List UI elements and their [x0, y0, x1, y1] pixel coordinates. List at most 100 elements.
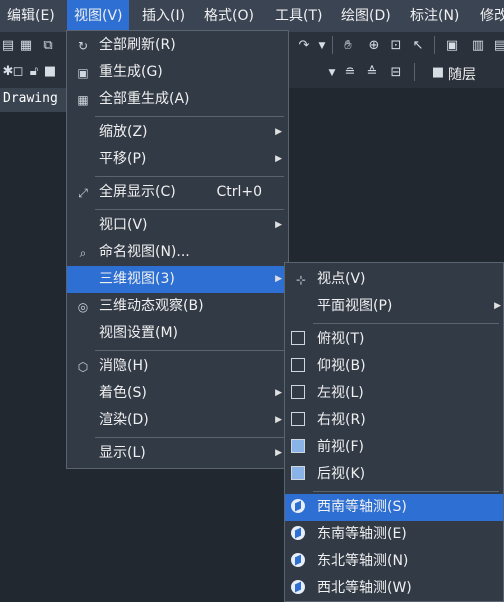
refresh-icon: ↻ — [77, 39, 89, 53]
nw-iso-icon — [291, 580, 305, 594]
freeze-icon[interactable]: ◻ — [10, 64, 26, 80]
menu-item-se-isometric[interactable]: 东南等轴测(E) — [285, 521, 503, 548]
view-menu: ↻ 全部刷新(R) ▣ 重生成(G) ▦ 全部重生成(A) 缩放(Z) ▶ 平移… — [66, 30, 289, 469]
menu-item-regen-all[interactable]: ▦ 全部重生成(A) — [67, 86, 288, 113]
submenu-arrow-icon: ▶ — [275, 220, 282, 230]
layer-dropdown-icon[interactable]: ▼ — [324, 65, 340, 81]
save-icon[interactable]: ▤ — [0, 38, 16, 54]
zoom-realtime-icon[interactable]: ⊕ — [366, 38, 382, 54]
menu-format[interactable]: 格式(O) — [204, 0, 254, 32]
3d-views-submenu: ⊹ 视点(V) 平面视图(P) ▶ 俯视(T) 仰视(B) 左视(L) 右视(R… — [284, 262, 504, 602]
color-bylayer-label[interactable]: 随层 — [448, 64, 476, 84]
menu-item-front-view[interactable]: 前视(F) — [285, 434, 503, 461]
menu-separator — [95, 350, 284, 351]
menu-item-fullscreen[interactable]: ⤢ 全屏显示(C) Ctrl+0 — [67, 179, 288, 206]
layer-manager-icon[interactable]: ≘ — [342, 65, 358, 81]
menu-item-viewpoint[interactable]: ⊹ 视点(V) — [285, 266, 503, 293]
submenu-arrow-icon: ▶ — [494, 301, 501, 311]
menu-item-sw-isometric[interactable]: 西南等轴测(S) — [285, 494, 503, 521]
menu-item-named-views[interactable]: ⌕ 命名视图(N)... — [67, 239, 288, 266]
design-center-icon[interactable]: ▥ — [470, 38, 486, 54]
right-view-icon — [291, 412, 305, 426]
bottom-view-icon — [291, 358, 305, 372]
zoom-window-icon[interactable]: ⊡ — [388, 38, 404, 54]
menu-item-nw-isometric[interactable]: 西北等轴测(W) — [285, 575, 503, 602]
se-iso-icon — [291, 526, 305, 540]
menu-separator — [313, 323, 499, 324]
submenu-arrow-icon: ▶ — [275, 274, 282, 284]
submenu-arrow-icon: ▶ — [275, 154, 282, 164]
toolbar-separator — [414, 63, 415, 81]
redo-dropdown-icon[interactable]: ▼ — [314, 38, 330, 54]
menu-insert[interactable]: 插入(I) — [142, 0, 185, 32]
fullscreen-icon: ⤢ — [78, 186, 88, 200]
submenu-arrow-icon: ▶ — [275, 415, 282, 425]
ne-iso-icon — [291, 553, 305, 567]
submenu-arrow-icon: ▶ — [275, 448, 282, 458]
lock-icon[interactable]: 🔓︎ — [26, 64, 42, 80]
toolbar-separator — [434, 36, 435, 54]
menu-item-shade[interactable]: 着色(S) ▶ — [67, 380, 288, 407]
orbit-icon: ◎ — [77, 300, 89, 314]
menu-view[interactable]: 视图(V) — [67, 0, 129, 32]
menu-separator — [95, 209, 284, 210]
menu-item-redraw-all[interactable]: ↻ 全部刷新(R) — [67, 32, 288, 59]
back-view-icon — [291, 466, 305, 480]
redo-icon[interactable]: ↷ — [296, 38, 312, 54]
menu-separator — [95, 116, 284, 117]
menu-item-regen[interactable]: ▣ 重生成(G) — [67, 59, 288, 86]
toolbar-right: ↷ ▼ ✋︎ ⊕ ⊡ ↖ ▣ ▥ ▤ ▼ ≘ ≙ ⊟ ■ 随层 — [288, 32, 504, 88]
layer-state-icon[interactable]: ⊟ — [388, 65, 404, 81]
save-as-icon[interactable]: ▦ — [18, 38, 34, 54]
menu-modify[interactable]: 修改 — [480, 0, 504, 32]
menu-item-ne-isometric[interactable]: 东北等轴测(N) — [285, 548, 503, 575]
menu-item-zoom[interactable]: 缩放(Z) ▶ — [67, 119, 288, 146]
menu-item-bottom-view[interactable]: 仰视(B) — [285, 353, 503, 380]
toolbar-left: ▤ ▦ ⧉ ✱ ◻ 🔓︎ ■ — [0, 32, 66, 88]
menu-item-back-view[interactable]: 后视(K) — [285, 461, 503, 488]
menu-item-viewports[interactable]: 视口(V) ▶ — [67, 212, 288, 239]
menu-item-3d-views[interactable]: 三维视图(3) ▶ — [67, 266, 288, 293]
drawing-tab[interactable]: Drawing — [0, 88, 66, 112]
top-view-icon — [291, 331, 305, 345]
drawing-tab-label: Drawing — [3, 91, 58, 106]
sw-iso-icon — [291, 499, 305, 513]
regen-icon: ▣ — [77, 66, 89, 80]
named-view-icon: ⌕ — [79, 246, 87, 260]
tool-palette-icon[interactable]: ▤ — [492, 38, 504, 54]
menu-item-hide[interactable]: ⬡ 消隐(H) — [67, 353, 288, 380]
hide-icon: ⬡ — [77, 360, 89, 374]
zoom-previous-icon[interactable]: ↖ — [410, 38, 426, 54]
menu-item-pan[interactable]: 平移(P) ▶ — [67, 146, 288, 173]
menu-item-top-view[interactable]: 俯视(T) — [285, 326, 503, 353]
color-swatch-icon[interactable]: ■ — [42, 64, 58, 80]
copy-icon[interactable]: ⧉ — [40, 38, 56, 54]
menu-item-display[interactable]: 显示(L) ▶ — [67, 440, 288, 467]
menu-item-left-view[interactable]: 左视(L) — [285, 380, 503, 407]
menu-item-right-view[interactable]: 右视(R) — [285, 407, 503, 434]
menu-bar: 编辑(E) 视图(V) 插入(I) 格式(O) 工具(T) 绘图(D) 标注(N… — [0, 0, 504, 32]
menu-item-view-settings[interactable]: 视图设置(M) — [67, 320, 288, 347]
menu-dimension[interactable]: 标注(N) — [410, 0, 459, 32]
submenu-arrow-icon: ▶ — [275, 127, 282, 137]
submenu-arrow-icon: ▶ — [275, 388, 282, 398]
menu-separator — [95, 176, 284, 177]
layer-previous-icon[interactable]: ≙ — [364, 65, 380, 81]
front-view-icon — [291, 439, 305, 453]
color-bylayer-icon: ■ — [431, 65, 445, 80]
menu-separator — [313, 491, 499, 492]
shortcut-label: Ctrl+0 — [216, 184, 262, 200]
menu-draw[interactable]: 绘图(D) — [341, 0, 391, 32]
left-view-icon — [291, 385, 305, 399]
menu-edit[interactable]: 编辑(E) — [7, 0, 55, 32]
toolbar-separator — [332, 36, 333, 54]
regen-all-icon: ▦ — [77, 93, 89, 107]
menu-item-3d-orbit[interactable]: ◎ 三维动态观察(B) — [67, 293, 288, 320]
menu-item-render[interactable]: 渲染(D) ▶ — [67, 407, 288, 434]
menu-separator — [95, 437, 284, 438]
menu-tools[interactable]: 工具(T) — [275, 0, 322, 32]
properties-icon[interactable]: ▣ — [444, 38, 460, 54]
pan-icon[interactable]: ✋︎ — [340, 38, 356, 54]
menu-item-plan-view[interactable]: 平面视图(P) ▶ — [285, 293, 503, 320]
viewpoint-icon: ⊹ — [295, 273, 307, 287]
